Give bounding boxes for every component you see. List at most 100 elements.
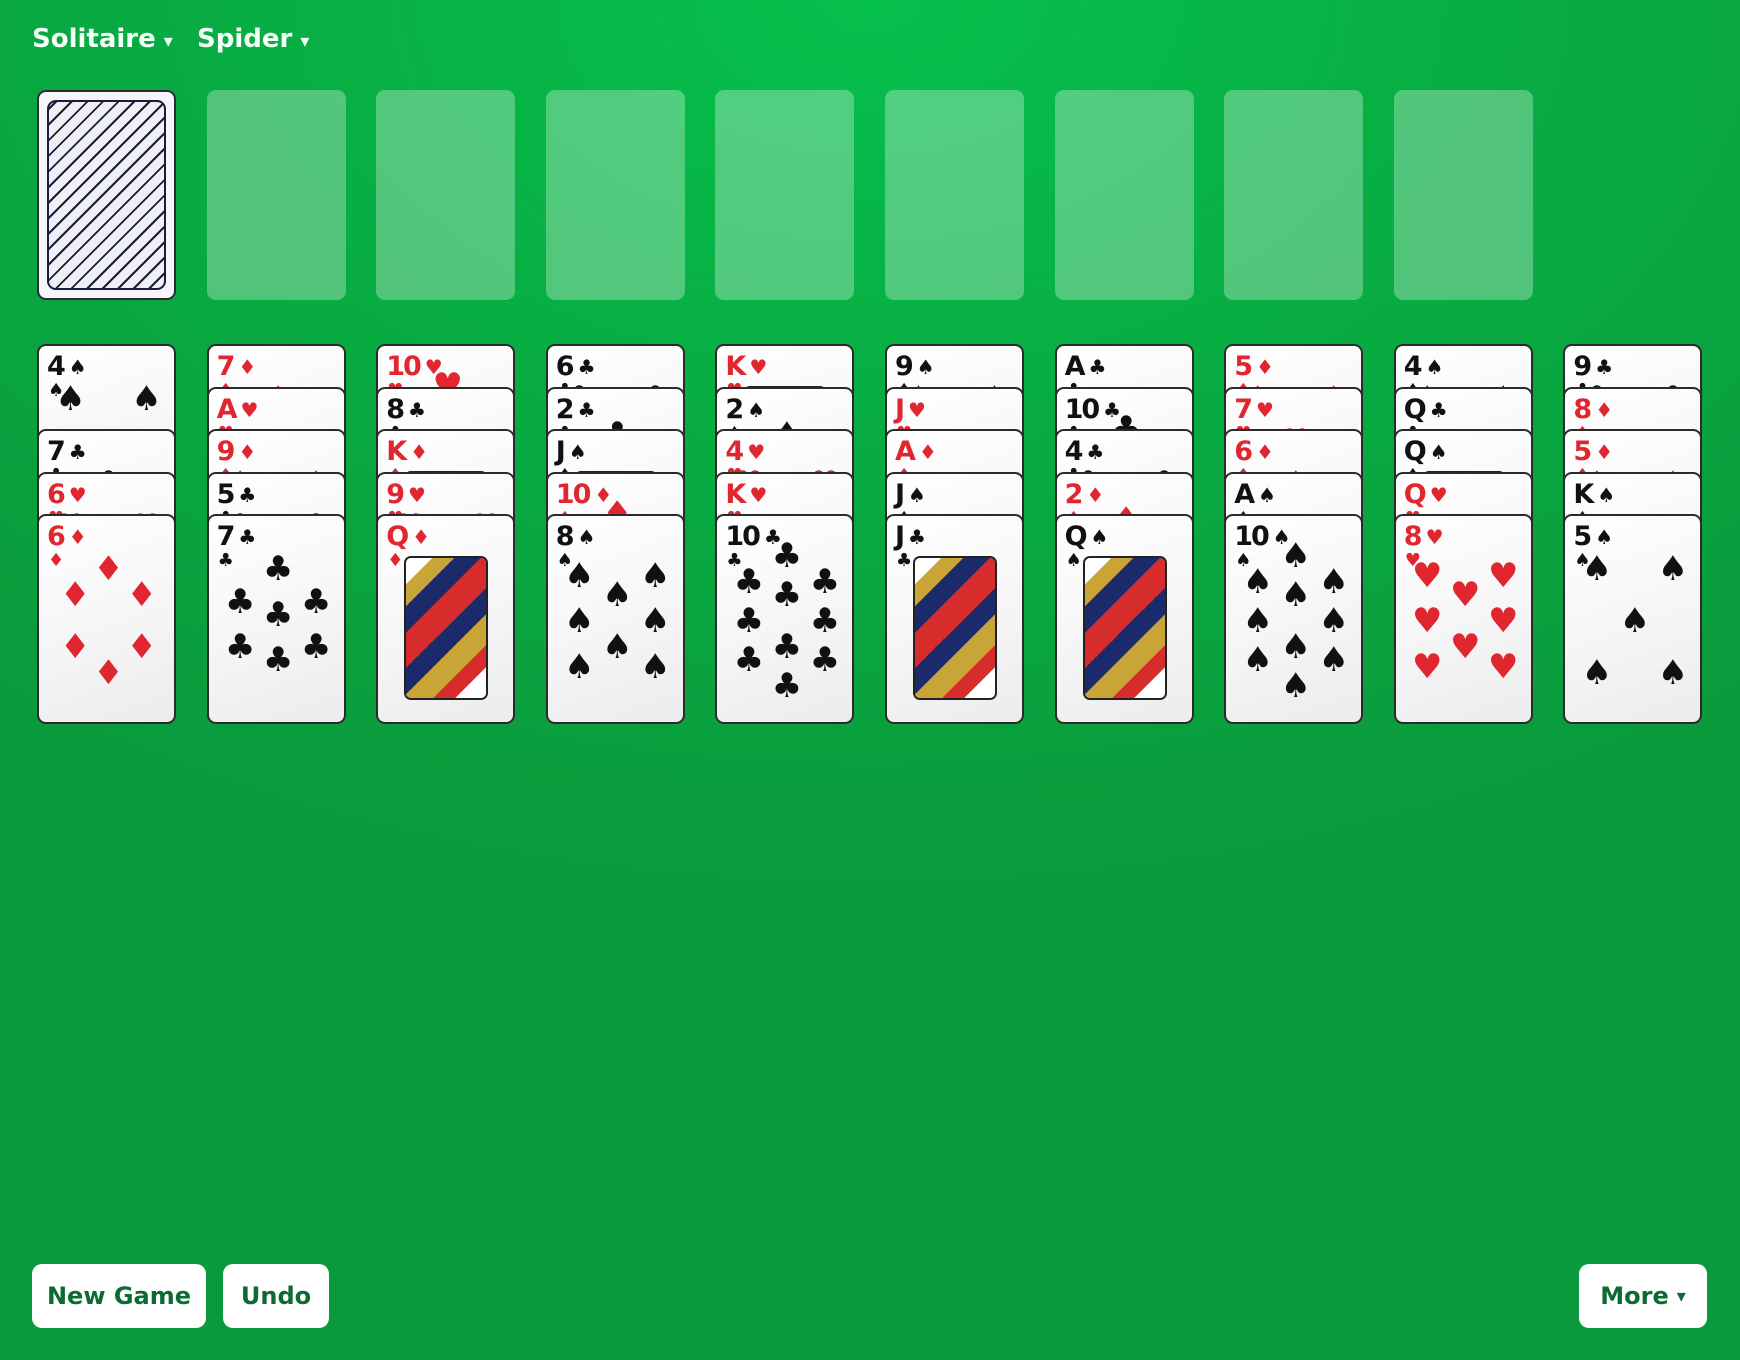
- playing-card[interactable]: J ♣ ♣: [885, 514, 1024, 724]
- card-index: 6 ♦: [1234, 437, 1274, 467]
- playing-card[interactable]: 8 ♠ ♠ ♠ ♠ ♠ ♠ ♠ ♠ ♠ ♠: [545, 514, 685, 724]
- spade-icon: ♠: [747, 397, 766, 422]
- heart-icon: ♥: [749, 482, 768, 507]
- heart-icon: ♥: [240, 397, 259, 422]
- playing-card[interactable]: 5 ♠ ♠ ♠ ♠ ♠ ♠ ♠: [1563, 514, 1703, 724]
- spade-icon: ♠: [640, 555, 671, 596]
- card-index: 8 ♠: [556, 522, 596, 552]
- club-icon: ♣: [1429, 397, 1448, 422]
- playing-card[interactable]: 8 ♥ ♥ ♥ ♥ ♥ ♥ ♥ ♥ ♥ ♥: [1393, 514, 1533, 724]
- diamond-icon: ♦: [238, 355, 257, 379]
- card-rank: 9: [386, 478, 405, 510]
- club-icon: ♣: [238, 525, 257, 549]
- club-icon: ♣: [407, 397, 426, 422]
- foundation-slot[interactable]: [715, 90, 855, 300]
- stock-pile[interactable]: [37, 90, 176, 300]
- card-index: A ♣: [1065, 352, 1107, 382]
- club-icon: ♣: [68, 440, 87, 464]
- card-rank: A: [216, 393, 238, 425]
- card-rank: 10: [386, 351, 422, 382]
- card-index: K ♠: [1573, 478, 1616, 510]
- card-index: 5 ♦: [1234, 352, 1274, 382]
- more-button[interactable]: More ▾: [1579, 1264, 1707, 1328]
- card-rank: 5: [1573, 521, 1592, 552]
- spade-icon: ♠: [1318, 601, 1349, 641]
- spade-icon: ♠: [564, 555, 595, 596]
- chevron-down-icon: ▾: [1676, 1285, 1686, 1307]
- card-rank: K: [1573, 478, 1594, 510]
- diamond-icon: ♦: [1086, 482, 1105, 507]
- heart-icon: ♥: [407, 482, 426, 507]
- card-index: 7 ♦: [217, 352, 257, 382]
- spade-icon: ♠: [1597, 482, 1616, 507]
- card-index: A ♥: [216, 393, 259, 425]
- club-icon: ♣: [577, 397, 596, 422]
- spade-icon: ♠: [1318, 640, 1349, 680]
- card-index: A ♠: [1234, 479, 1276, 510]
- club-icon: ♣: [809, 601, 841, 641]
- card-rank: 2: [725, 393, 744, 425]
- diamond-icon: ♦: [126, 575, 157, 615]
- card-rank: 4: [725, 436, 744, 467]
- card-pips: ♠ ♠ ♠ ♠ ♠ ♠ ♠ ♠: [564, 556, 670, 686]
- card-rank: 10: [1234, 521, 1270, 552]
- playing-card[interactable]: Q ♦ ♦: [376, 514, 516, 724]
- card-pips: ♠ ♠ ♠ ♠ ♠ ♠ ♠ ♠ ♠ ♠: [1242, 539, 1348, 703]
- playing-card[interactable]: 6♦♦♦♦♦♦♦♦: [37, 514, 176, 724]
- card-rank: 9: [895, 351, 914, 382]
- diamond-icon: ♦: [1595, 440, 1614, 464]
- card-pips: ♣♣♣♣♣♣♣♣♣♣: [734, 539, 840, 703]
- card-rank: 6: [47, 521, 66, 552]
- club-icon: ♣: [771, 666, 803, 706]
- club-icon: ♣: [262, 594, 294, 635]
- undo-label: Undo: [240, 1282, 312, 1310]
- solitaire-menu[interactable]: Solitaire ▾: [32, 24, 173, 54]
- club-icon: ♣: [908, 525, 926, 549]
- card-index: 9 ♣: [1573, 352, 1613, 382]
- card-index: Q ♦: [386, 522, 430, 552]
- playing-card[interactable]: Q♠♠: [1054, 514, 1194, 724]
- diamond-icon: ♦: [918, 440, 937, 464]
- card-rank: 6: [555, 351, 575, 382]
- face-card-art: [1082, 556, 1167, 700]
- card-index: 6 ♣: [556, 352, 596, 382]
- foundation-slot[interactable]: [1224, 90, 1364, 300]
- foundation-slot[interactable]: [206, 90, 346, 300]
- foundation-slot[interactable]: [885, 90, 1024, 300]
- playing-card[interactable]: 10 ♠ ♠ ♠ ♠ ♠ ♠ ♠ ♠ ♠ ♠ ♠ ♠: [1224, 514, 1364, 724]
- face-card-art: [404, 556, 489, 700]
- club-icon: ♣: [1088, 355, 1107, 379]
- foundation-slot[interactable]: [376, 90, 516, 300]
- new-game-button[interactable]: New Game: [32, 1264, 206, 1328]
- diamond-icon: ♦: [412, 525, 431, 549]
- spider-menu[interactable]: Spider ▾: [197, 24, 309, 54]
- spade-icon: ♠: [1619, 601, 1651, 641]
- foundation-slot[interactable]: [1393, 90, 1533, 300]
- card-index: A ♦: [895, 437, 937, 467]
- card-pips: ♣♣♣♣♣♣♣: [225, 552, 331, 686]
- foundation-slot[interactable]: [545, 90, 685, 300]
- card-index: 8 ♦: [1573, 393, 1613, 425]
- spade-icon: ♠: [1318, 562, 1349, 602]
- diamond-icon: ♦: [93, 653, 124, 693]
- spade-icon: ♠: [640, 646, 671, 687]
- card-index: 5 ♣: [217, 479, 257, 510]
- heart-icon: ♥: [1255, 397, 1274, 422]
- card-index: 4 ♠: [1404, 352, 1444, 382]
- spider-menu-label: Spider: [197, 24, 293, 54]
- face-card-art: [913, 556, 997, 700]
- club-icon: ♣: [238, 482, 257, 507]
- card-rank: Q: [1403, 393, 1427, 425]
- card-rank: 8: [1573, 393, 1592, 425]
- card-index: 6 ♥: [47, 479, 87, 510]
- spade-icon: ♠: [131, 379, 162, 419]
- card-rank: 6: [1234, 436, 1253, 467]
- foundation-slot[interactable]: [1054, 90, 1194, 300]
- spade-icon: ♠: [1429, 440, 1448, 464]
- club-icon: ♣: [809, 562, 841, 602]
- club-icon: ♣: [733, 562, 765, 602]
- card-rank: J: [895, 478, 905, 510]
- playing-card[interactable]: 7♣♣♣♣♣♣♣♣♣: [206, 514, 346, 724]
- playing-card[interactable]: 10♣♣♣♣♣♣♣♣♣♣♣♣: [715, 514, 855, 724]
- undo-button[interactable]: Undo: [223, 1264, 329, 1328]
